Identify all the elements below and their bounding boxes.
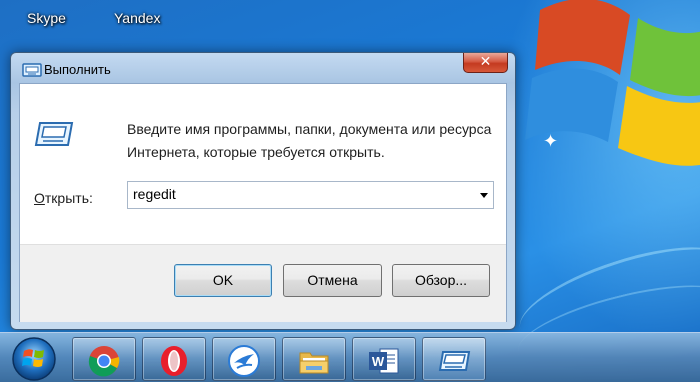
svg-text:W: W xyxy=(372,354,385,369)
dialog-body: Введите имя программы, папки, документа … xyxy=(19,83,507,322)
taskbar-app[interactable] xyxy=(212,337,276,381)
cancel-button[interactable]: Отмена xyxy=(283,264,382,297)
close-icon: ✕ xyxy=(479,54,492,70)
opera-icon xyxy=(161,346,187,376)
run-dialog: Выполнить ✕ Введите имя программы, папки… xyxy=(10,52,516,330)
open-label-accelerator: О xyxy=(34,190,45,206)
dialog-description: Введите имя программы, папки, документа … xyxy=(127,121,492,160)
run-icon xyxy=(34,122,74,146)
open-field-label: Открыть: xyxy=(34,190,93,206)
close-button[interactable]: ✕ xyxy=(463,53,508,73)
dialog-title: Выполнить xyxy=(44,62,111,77)
taskbar: W xyxy=(0,332,700,382)
run-icon xyxy=(22,63,42,77)
taskbar-opera[interactable] xyxy=(142,337,206,381)
browse-button[interactable]: Обзор... xyxy=(392,264,490,297)
command-input[interactable]: regedit xyxy=(133,186,176,202)
ok-button[interactable]: OK xyxy=(174,264,272,297)
open-label-text: ткрыть: xyxy=(44,190,93,206)
run-icon xyxy=(438,351,471,371)
chevron-down-icon[interactable] xyxy=(480,193,488,198)
taskbar-run[interactable] xyxy=(422,337,486,381)
open-combobox[interactable]: regedit xyxy=(127,181,494,209)
word-icon: W xyxy=(369,348,399,374)
desktop-icon-skype[interactable]: Skype xyxy=(27,10,66,26)
file-explorer-icon xyxy=(299,352,329,374)
title-bar[interactable]: Выполнить ✕ xyxy=(11,53,515,83)
desktop-icon-yandex[interactable]: Yandex xyxy=(114,10,160,26)
taskbar-word[interactable]: W xyxy=(352,337,416,381)
chrome-icon xyxy=(88,346,120,377)
start-button[interactable] xyxy=(10,335,58,382)
app-swift-icon xyxy=(228,345,260,377)
windows-logo-icon xyxy=(525,0,700,166)
taskbar-explorer[interactable] xyxy=(282,337,346,381)
taskbar-chrome[interactable] xyxy=(72,337,136,381)
sparkle-icon: ✦ xyxy=(543,131,559,152)
